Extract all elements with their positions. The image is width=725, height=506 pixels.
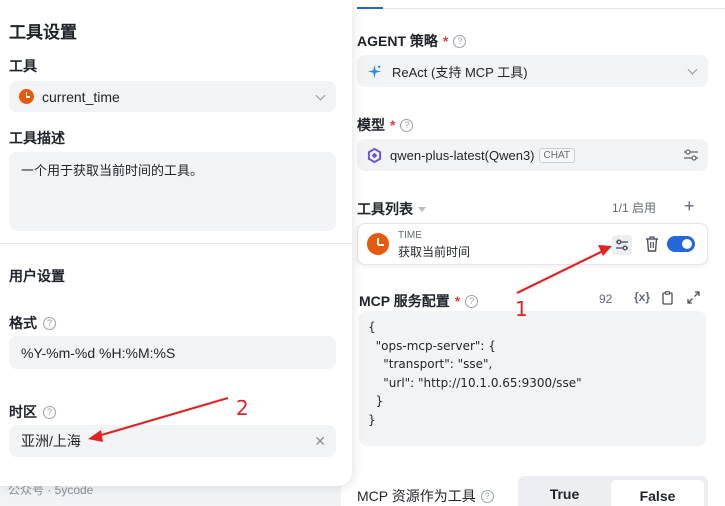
- description-field[interactable]: 一个用于获取当前时间的工具。: [9, 152, 336, 231]
- chevron-down-icon: [315, 90, 326, 101]
- mcp-resource-label: MCP 资源作为工具 ?: [357, 486, 494, 506]
- help-icon[interactable]: ?: [400, 118, 414, 132]
- strategy-value: ReAct (支持 MCP 工具): [392, 64, 528, 80]
- tool-card[interactable]: TIME 获取当前时间: [357, 223, 708, 265]
- mcp-resource-switch[interactable]: True False: [518, 476, 708, 506]
- clear-icon[interactable]: ✕: [314, 434, 326, 448]
- annotation-label-1: 1: [515, 297, 528, 321]
- description-label: 工具描述: [9, 130, 65, 146]
- tool-select[interactable]: current_time: [9, 81, 336, 112]
- tool-card-description: 获取当前时间: [398, 245, 471, 259]
- expand-icon[interactable]: [687, 291, 700, 304]
- tool-enabled-toggle[interactable]: [667, 236, 695, 252]
- help-icon[interactable]: ?: [453, 34, 467, 48]
- caret-down-icon[interactable]: [418, 206, 426, 212]
- active-tab-indicator: [357, 7, 383, 9]
- model-settings-icon[interactable]: [684, 149, 698, 161]
- model-label: 模型 * ?: [357, 115, 414, 135]
- format-input[interactable]: %Y-%m-%d %H:%M:%S: [9, 336, 336, 369]
- required-mark: *: [390, 117, 396, 133]
- chevron-down-icon: [687, 64, 698, 75]
- user-settings-heading: 用户设置: [9, 268, 65, 284]
- true-option[interactable]: True: [518, 476, 611, 506]
- strategy-select[interactable]: ReAct (支持 MCP 工具): [357, 55, 708, 87]
- help-icon[interactable]: ?: [43, 316, 56, 330]
- enabled-count: 1/1 启用: [612, 201, 657, 215]
- tool-label: 工具: [9, 58, 37, 74]
- model-type-badge: CHAT: [538, 147, 575, 163]
- insert-variable-icon[interactable]: {x}: [634, 290, 650, 304]
- mcp-config-editor[interactable]: { "ops-mcp-server": { "transport": "sse"…: [359, 311, 706, 446]
- sparkle-icon: [367, 64, 382, 78]
- top-divider: [357, 8, 725, 9]
- tool-list-label: 工具列表: [357, 199, 426, 219]
- panel-title: 工具设置: [9, 23, 77, 42]
- add-tool-button[interactable]: +: [684, 197, 695, 215]
- mcp-config-label: MCP 服务配置 * ?: [359, 291, 479, 311]
- qwen-logo-icon: [367, 147, 382, 163]
- clock-icon: [367, 233, 389, 255]
- required-mark: *: [442, 33, 449, 49]
- trash-icon[interactable]: [645, 236, 659, 252]
- format-label: 格式 ?: [9, 313, 56, 333]
- help-icon[interactable]: ?: [43, 405, 56, 419]
- false-option[interactable]: False: [611, 480, 704, 506]
- strategy-label: AGENT 策略 * ?: [357, 31, 467, 51]
- model-select[interactable]: qwen-plus-latest(Qwen3) CHAT: [357, 139, 708, 171]
- annotation-label-2: 2: [236, 396, 249, 420]
- clock-icon: [19, 89, 34, 104]
- help-icon[interactable]: ?: [480, 489, 494, 503]
- timezone-value: 亚洲/上海: [21, 433, 81, 449]
- tool-card-name: TIME: [398, 230, 422, 241]
- model-value: qwen-plus-latest(Qwen3): [390, 147, 535, 163]
- timezone-label: 时区 ?: [9, 402, 56, 422]
- mcp-char-count: 92: [599, 292, 613, 306]
- required-mark: *: [454, 293, 461, 309]
- copy-icon[interactable]: [662, 291, 673, 305]
- section-divider: [0, 243, 352, 244]
- tool-select-value: current_time: [42, 88, 120, 105]
- help-icon[interactable]: ?: [465, 294, 479, 308]
- tool-settings-icon[interactable]: [612, 235, 632, 255]
- timezone-select[interactable]: 亚洲/上海 ✕: [9, 425, 336, 457]
- tool-settings-panel: 工具设置 工具 current_time 工具描述 一个用于获取当前时间的工具。…: [0, 0, 352, 486]
